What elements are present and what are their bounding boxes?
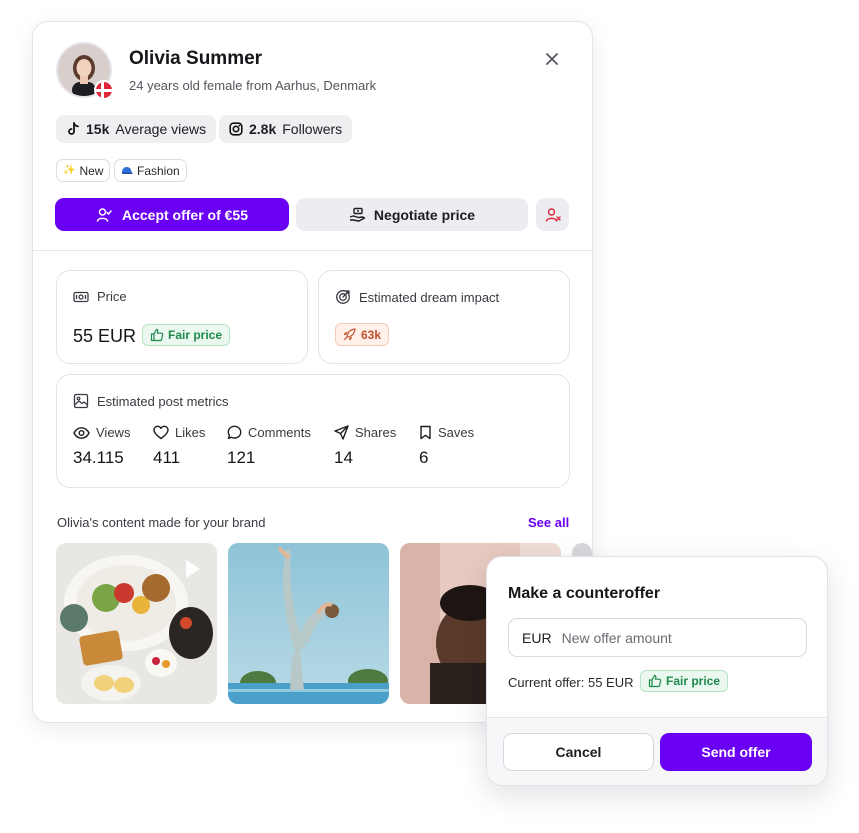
metrics-panel-header: Estimated post metrics bbox=[73, 393, 229, 409]
stat-label: Followers bbox=[282, 121, 343, 137]
metric-value: 411 bbox=[153, 448, 181, 467]
fair-price-badge: Fair price bbox=[142, 324, 231, 346]
price-title: Price bbox=[97, 289, 127, 304]
tag-new: ✨ New bbox=[56, 159, 111, 182]
tag-fashion: Fashion bbox=[114, 159, 187, 182]
metric-saves: Saves 6 bbox=[419, 425, 474, 468]
metrics-title: Estimated post metrics bbox=[97, 393, 229, 409]
negotiate-price-button[interactable]: Negotiate price bbox=[296, 198, 528, 231]
stat-value: 2.8k bbox=[249, 121, 277, 137]
heart-icon bbox=[153, 425, 169, 440]
metric-value: 14 bbox=[334, 448, 353, 467]
tiktok-icon bbox=[66, 122, 80, 136]
content-thumbnail-food[interactable] bbox=[56, 543, 217, 704]
metric-label: Saves bbox=[438, 425, 475, 440]
counteroffer-dialog: Make a counteroffer EUR Current offer: 5… bbox=[486, 556, 828, 786]
send-offer-button[interactable]: Send offer bbox=[660, 733, 812, 771]
profile-name: Olivia Summer bbox=[129, 48, 263, 69]
impact-badge: 63k bbox=[335, 323, 390, 346]
thumbs-up-icon bbox=[150, 328, 164, 342]
metric-likes: Likes 411 bbox=[153, 425, 205, 468]
avatar[interactable] bbox=[56, 42, 114, 100]
fair-price-label: Fair price bbox=[666, 674, 721, 688]
image-icon bbox=[73, 393, 89, 409]
metric-value: 6 bbox=[419, 448, 429, 467]
accept-offer-button[interactable]: Accept offer of €55 bbox=[55, 198, 289, 231]
hand-money-icon bbox=[349, 207, 366, 223]
stat-value: 15k bbox=[86, 121, 110, 137]
metric-label: Shares bbox=[355, 425, 397, 440]
impact-title: Estimated dream impact bbox=[359, 289, 500, 305]
accept-offer-label: Accept offer of €55 bbox=[121, 206, 249, 223]
cap-icon bbox=[121, 166, 133, 176]
banknote-icon bbox=[73, 290, 89, 304]
thumbs-up-icon bbox=[648, 674, 662, 688]
impact-panel: Estimated dream impact 63k bbox=[318, 270, 570, 364]
see-all-link[interactable]: See all bbox=[528, 515, 569, 530]
negotiate-label: Negotiate price bbox=[373, 206, 476, 223]
comment-icon bbox=[227, 425, 242, 440]
instagram-icon bbox=[229, 122, 243, 136]
stat-average-views: 15k Average views bbox=[56, 115, 217, 143]
price-value: 55 EUR bbox=[73, 326, 137, 346]
currency-label: EUR bbox=[522, 629, 552, 646]
impact-panel-header: Estimated dream impact bbox=[335, 289, 499, 305]
metric-comments: Comments 121 bbox=[227, 425, 311, 468]
bookmark-icon bbox=[419, 425, 432, 440]
metric-value: 121 bbox=[227, 448, 256, 467]
content-section-title: Olivia's content made for your brand bbox=[57, 515, 266, 530]
content-thumbnail-yoga[interactable] bbox=[228, 543, 389, 704]
user-check-icon bbox=[96, 207, 112, 223]
target-icon bbox=[335, 289, 351, 305]
denmark-flag-icon bbox=[94, 80, 114, 100]
reject-user-button[interactable] bbox=[536, 198, 569, 231]
metric-label: Likes bbox=[175, 425, 206, 440]
metric-shares: Shares 14 bbox=[334, 425, 396, 468]
cancel-button[interactable]: Cancel bbox=[503, 733, 654, 771]
tag-label: New bbox=[79, 163, 104, 178]
metric-label: Views bbox=[96, 425, 131, 440]
stat-label: Average views bbox=[115, 121, 207, 137]
current-offer-text: Current offer: 55 EUR bbox=[508, 675, 634, 690]
stat-followers: 2.8k Followers bbox=[219, 115, 353, 143]
eye-icon bbox=[73, 426, 90, 440]
fair-price-badge: Fair price bbox=[640, 670, 729, 692]
user-x-icon bbox=[545, 207, 561, 223]
impact-value: 63k bbox=[361, 327, 382, 342]
counteroffer-title: Make a counteroffer bbox=[508, 585, 661, 602]
tag-label: Fashion bbox=[137, 163, 180, 178]
fair-price-label: Fair price bbox=[168, 328, 223, 342]
metric-label: Comments bbox=[248, 425, 311, 440]
metric-views: Views 34.115 bbox=[73, 425, 130, 468]
offer-amount-input[interactable] bbox=[561, 629, 782, 646]
divider bbox=[33, 250, 592, 251]
sparkles-icon: ✨ bbox=[63, 165, 76, 176]
counteroffer-footer: Cancel Send offer bbox=[487, 717, 827, 785]
metric-value: 34.115 bbox=[73, 448, 124, 467]
send-icon bbox=[334, 425, 349, 440]
post-metrics-panel: Estimated post metrics Views 34.115 Like… bbox=[56, 374, 570, 488]
price-panel: Price 55 EUR Fair price bbox=[56, 270, 308, 364]
price-panel-header: Price bbox=[73, 289, 127, 304]
offer-amount-field[interactable]: EUR bbox=[508, 618, 807, 657]
rocket-icon bbox=[343, 328, 356, 341]
profile-subtitle: 24 years old female from Aarhus, Denmark bbox=[129, 78, 377, 93]
close-icon[interactable] bbox=[543, 50, 561, 68]
